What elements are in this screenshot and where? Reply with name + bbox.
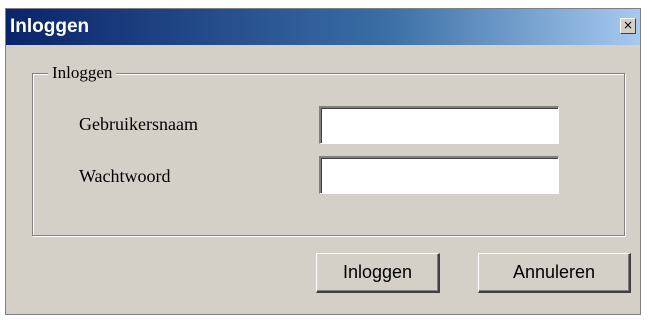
cancel-button[interactable]: Annuleren: [478, 253, 631, 293]
window-title: Inloggen: [10, 16, 90, 37]
groupbox-legend: Inloggen: [48, 63, 117, 83]
login-button[interactable]: Inloggen: [316, 253, 440, 293]
password-label: Wachtwoord: [79, 166, 171, 186]
close-icon[interactable]: ×: [620, 18, 636, 34]
username-label: Gebruikersnaam: [79, 114, 198, 134]
title-bar[interactable]: Inloggen ×: [6, 9, 640, 45]
password-input[interactable]: [319, 156, 559, 194]
username-input[interactable]: [319, 106, 559, 144]
login-groupbox: [32, 73, 625, 236]
